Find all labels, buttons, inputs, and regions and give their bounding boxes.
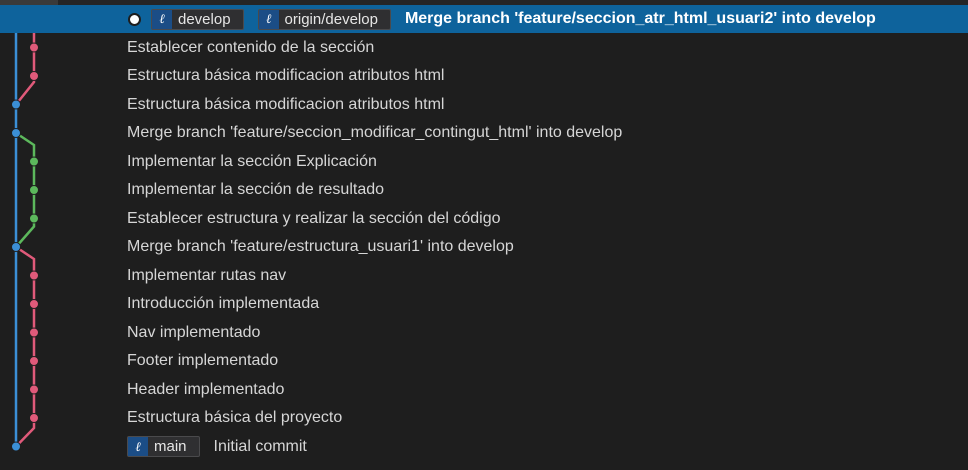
- git-branch-icon: ℓ: [128, 437, 148, 456]
- commit-message: Implementar la sección Explicación: [127, 152, 377, 170]
- commit-row[interactable]: Implementar la sección de resultado: [0, 176, 968, 204]
- branch-ref-badge[interactable]: ℓ origin/develop: [257, 8, 391, 30]
- branch-ref-label: origin/develop: [284, 10, 378, 28]
- commit-message: Header implementado: [127, 380, 285, 398]
- commit-message: Merge branch 'feature/seccion_atr_html_u…: [404, 10, 876, 27]
- commit-row[interactable]: Merge branch 'feature/estructura_usuari1…: [0, 233, 968, 261]
- commit-message: Estructura básica modificacion atributos…: [127, 67, 445, 84]
- commit-row[interactable]: Footer implementado: [0, 347, 968, 375]
- git-branch-icon: ℓ: [258, 9, 279, 29]
- commit-row[interactable]: Establecer contenido de la sección: [0, 34, 968, 62]
- commit-row[interactable]: Introducción implementada: [0, 290, 968, 318]
- commit-message: Nav implementado: [127, 323, 261, 341]
- commit-row[interactable]: Estructura básica modificacion atributos…: [0, 62, 968, 90]
- commit-message: Introducción implementada: [127, 295, 320, 312]
- branch-ref-badge[interactable]: ℓ main: [127, 436, 200, 457]
- commit-row[interactable]: Nav implementado: [0, 319, 968, 347]
- commit-row[interactable]: Implementar la sección Explicación: [0, 148, 968, 176]
- branch-ref-label: develop: [178, 10, 231, 28]
- commit-row[interactable]: Header implementado: [0, 376, 968, 404]
- commit-row[interactable]: Establecer estructura y realizar la secc…: [0, 205, 968, 233]
- commit-message: Implementar la sección de resultado: [127, 181, 385, 198]
- commit-row[interactable]: Implementar rutas nav: [0, 262, 968, 290]
- commit-message: Merge branch 'feature/estructura_usuari1…: [127, 238, 514, 255]
- branch-ref-badge[interactable]: ℓ develop: [151, 8, 244, 30]
- commit-message: Establecer estructura y realizar la secc…: [127, 209, 501, 227]
- commit-message: Estructura básica modificacion atributos…: [127, 95, 445, 113]
- head-marker-icon: [128, 12, 141, 26]
- commit-message: Initial commit: [213, 437, 307, 455]
- branch-ref-label: main: [154, 438, 187, 455]
- git-branch-icon: ℓ: [152, 9, 172, 29]
- commit-message: Footer implementado: [127, 352, 279, 369]
- commit-row[interactable]: ℓ main Initial commit: [0, 433, 968, 461]
- commit-row-selected[interactable]: ℓ develop ℓ origin/develop Merge branch 'fea…: [0, 5, 968, 33]
- commit-message: Estructura básica del proyecto: [127, 409, 343, 426]
- commit-row[interactable]: Merge branch 'feature/seccion_modificar_…: [0, 119, 968, 147]
- commit-message: Merge branch 'feature/seccion_modificar_…: [127, 124, 623, 141]
- commit-row[interactable]: Estructura básica del proyecto: [0, 404, 968, 432]
- commit-message: Establecer contenido de la sección: [127, 38, 375, 56]
- commit-row[interactable]: Estructura básica modificacion atributos…: [0, 91, 968, 119]
- commit-message: Implementar rutas nav: [127, 266, 287, 284]
